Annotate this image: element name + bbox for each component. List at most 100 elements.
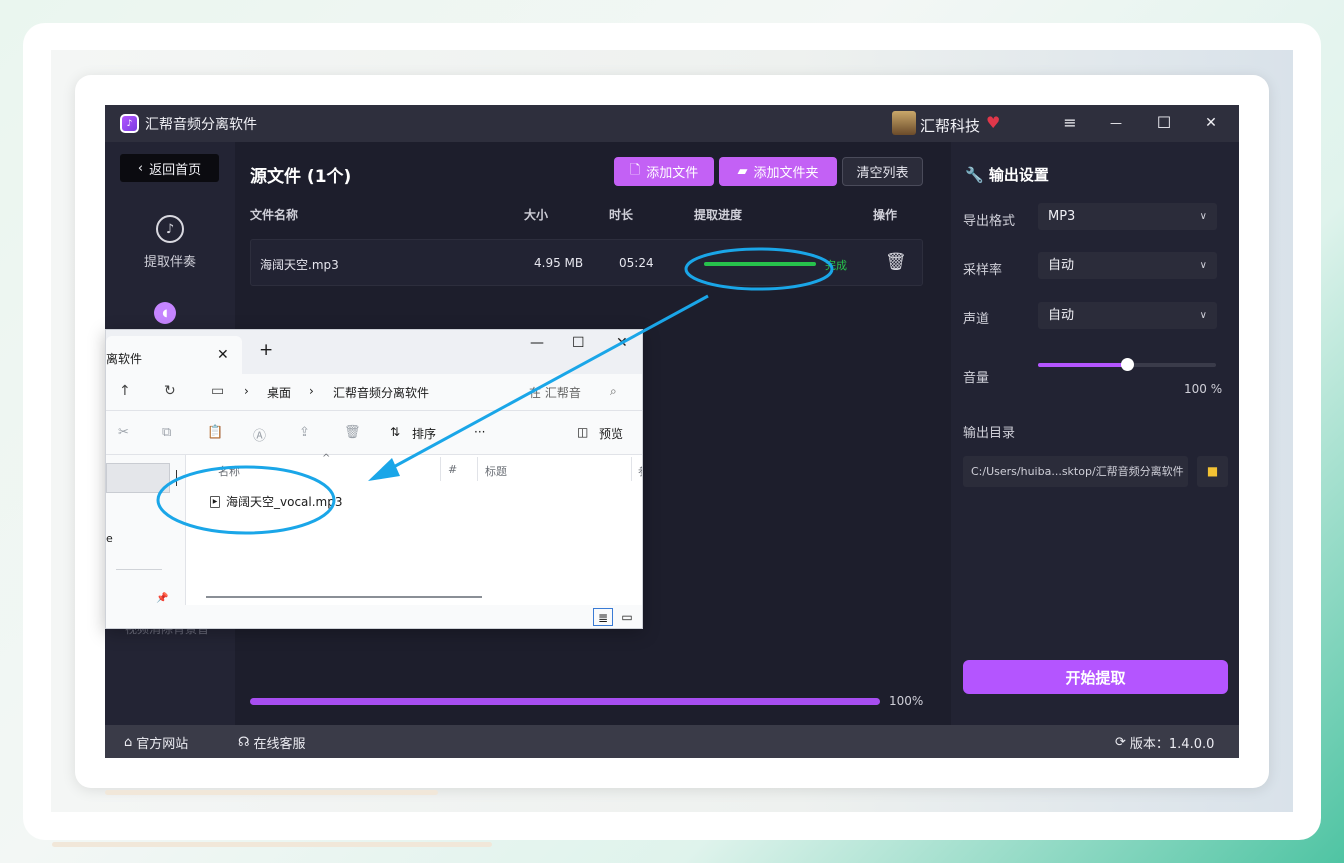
search-input[interactable]: 在 汇帮音: [529, 384, 581, 401]
explorer-minimize-button[interactable]: —: [530, 335, 544, 351]
column-separator: [477, 457, 478, 481]
chevron-down-icon: ∨: [1199, 310, 1207, 321]
table-row[interactable]: 海阔天空.mp3 4.95 MB 05:24 完成 🗑: [250, 239, 923, 286]
column-header-name[interactable]: 名称: [218, 463, 240, 479]
up-arrow-icon[interactable]: ↑: [119, 383, 131, 399]
tiles-view-icon[interactable]: ▭: [617, 608, 637, 626]
version-label: 版本：1.4.0.0: [1129, 737, 1215, 752]
sample-rate-select[interactable]: 自动 ∨: [1038, 252, 1217, 279]
column-header-extra[interactable]: 参: [638, 463, 642, 479]
explorer-file-list: 名称 ^ # 标题 参 ▶ 海阔天空_vocal.mp3: [188, 453, 642, 605]
output-dir-field[interactable]: C:/Users/huiba...sktop/汇帮音频分离软件: [963, 456, 1188, 487]
explorer-close-button[interactable]: ✕: [616, 335, 628, 351]
close-icon[interactable]: ✕: [217, 347, 229, 363]
add-folder-button[interactable]: ▰ 添加文件夹: [719, 157, 837, 186]
voice-icon[interactable]: ◖: [154, 302, 176, 324]
column-header-num[interactable]: #: [448, 463, 457, 476]
refresh-icon: ⟳: [1115, 735, 1126, 750]
delete-icon[interactable]: 🗑: [344, 425, 361, 440]
preview-button[interactable]: 预览: [599, 425, 623, 442]
paste-icon[interactable]: 📋: [207, 425, 223, 440]
back-home-label: 返回首页: [149, 162, 202, 178]
add-file-label: 添加文件: [646, 166, 699, 181]
add-file-button[interactable]: 🗋 添加文件: [614, 157, 714, 186]
decor-line: [52, 842, 492, 847]
support-label: 在线客服: [253, 737, 306, 752]
nav-item[interactable]: e: [106, 532, 113, 545]
column-header-name: 文件名称: [250, 208, 299, 222]
file-name: 海阔天空_vocal.mp3: [226, 495, 343, 509]
brand-avatar: [892, 111, 916, 135]
output-dir-label: 输出目录: [963, 426, 1016, 441]
sort-icon[interactable]: ⇅: [390, 425, 400, 439]
brand-name: 汇帮科技: [920, 117, 981, 135]
close-button[interactable]: ✕: [1199, 111, 1223, 135]
cut-icon[interactable]: ✂: [118, 425, 129, 440]
nav-item-selected[interactable]: [106, 463, 170, 493]
nav-divider: [116, 569, 162, 570]
clear-list-button[interactable]: 清空列表: [842, 157, 923, 186]
rename-icon[interactable]: Ⓐ: [253, 425, 266, 444]
monitor-icon[interactable]: ▭: [211, 383, 224, 399]
folder-open-icon[interactable]: ■: [1197, 456, 1228, 487]
copy-icon[interactable]: ⧉: [162, 425, 171, 440]
back-home-button[interactable]: ‹ 返回首页: [120, 154, 219, 182]
details-view-icon[interactable]: ≣: [593, 608, 613, 626]
column-header-size: 大小: [524, 208, 549, 222]
breadcrumb-desktop[interactable]: 桌面: [267, 384, 291, 401]
list-item[interactable]: ▶ 海阔天空_vocal.mp3: [210, 493, 343, 510]
column-header-duration: 时长: [609, 208, 634, 222]
overall-progress-fill: [250, 698, 880, 705]
heart-icon[interactable]: ♥: [986, 113, 1000, 132]
chevron-right-icon: ›: [244, 384, 249, 398]
file-duration: 05:24: [619, 256, 654, 270]
channel-label: 声道: [963, 312, 990, 327]
sort-caret-icon: ^: [322, 453, 331, 464]
horizontal-scrollbar[interactable]: [206, 596, 482, 598]
new-tab-button[interactable]: +: [259, 340, 273, 360]
pin-icon[interactable]: 📌: [156, 593, 168, 604]
status-badge: 完成: [825, 259, 847, 272]
explorer-tab[interactable]: 离软件 ✕: [106, 336, 242, 374]
file-explorer-window: 离软件 ✕ + — ☐ ✕ ↑ ↻ ▭ › 桌面 › 汇帮音频分离软件 在 汇帮…: [105, 329, 643, 629]
explorer-address-bar: ↑ ↻ ▭ › 桌面 › 汇帮音频分离软件 在 汇帮音 ⌕: [106, 374, 642, 411]
more-button[interactable]: ···: [474, 425, 485, 439]
volume-knob[interactable]: [1121, 358, 1134, 371]
maximize-button[interactable]: ☐: [1152, 111, 1176, 135]
trash-icon[interactable]: 🗑: [885, 252, 907, 272]
explorer-nav-pane: e 📌: [106, 455, 186, 605]
breadcrumb-folder[interactable]: 汇帮音频分离软件: [333, 384, 429, 401]
column-header-title[interactable]: 标题: [485, 463, 507, 479]
channel-select[interactable]: 自动 ∨: [1038, 302, 1217, 329]
explorer-status-bar: ≣ ▭: [106, 605, 642, 628]
format-select[interactable]: MP3 ∨: [1038, 203, 1217, 230]
explorer-maximize-button[interactable]: ☐: [572, 335, 585, 351]
version-info[interactable]: ⟳ 版本：1.4.0.0: [1115, 733, 1214, 752]
page-title: 源文件 (1个): [250, 167, 352, 187]
start-extract-button[interactable]: 开始提取: [963, 660, 1228, 694]
settings-title: 🔧 输出设置: [965, 164, 1049, 185]
share-icon[interactable]: ⇪: [299, 425, 310, 440]
minimize-button[interactable]: —: [1104, 111, 1128, 135]
file-size: 4.95 MB: [534, 256, 584, 270]
menu-button[interactable]: ≡: [1058, 111, 1082, 135]
sort-button[interactable]: 排序: [412, 425, 436, 442]
search-icon[interactable]: ⌕: [610, 384, 617, 399]
add-folder-label: 添加文件夹: [753, 166, 819, 181]
refresh-icon[interactable]: ↻: [164, 383, 176, 399]
preview-pane-icon[interactable]: ◫: [577, 425, 588, 439]
music-note-icon[interactable]: ♪: [156, 215, 184, 243]
channel-value: 自动: [1048, 308, 1075, 323]
format-label: 导出格式: [963, 214, 1016, 229]
wrench-icon: 🔧: [965, 166, 984, 184]
title-bar[interactable]: ♪ 汇帮音频分离软件 汇帮科技 ♥ ≡ — ☐ ✕: [105, 105, 1239, 142]
chevron-down-icon: ∨: [1199, 260, 1207, 271]
volume-slider[interactable]: [1038, 358, 1216, 371]
settings-title-label: 输出设置: [988, 166, 1049, 184]
website-link[interactable]: ⌂ 官方网站: [124, 733, 188, 752]
sidebar-item-extract-accompaniment[interactable]: 提取伴奏: [105, 251, 235, 270]
support-link[interactable]: ☊ 在线客服: [238, 733, 306, 752]
file-progress-bar: [704, 262, 816, 266]
column-header-progress: 提取进度: [694, 208, 743, 222]
app-title: 汇帮音频分离软件: [145, 117, 257, 133]
